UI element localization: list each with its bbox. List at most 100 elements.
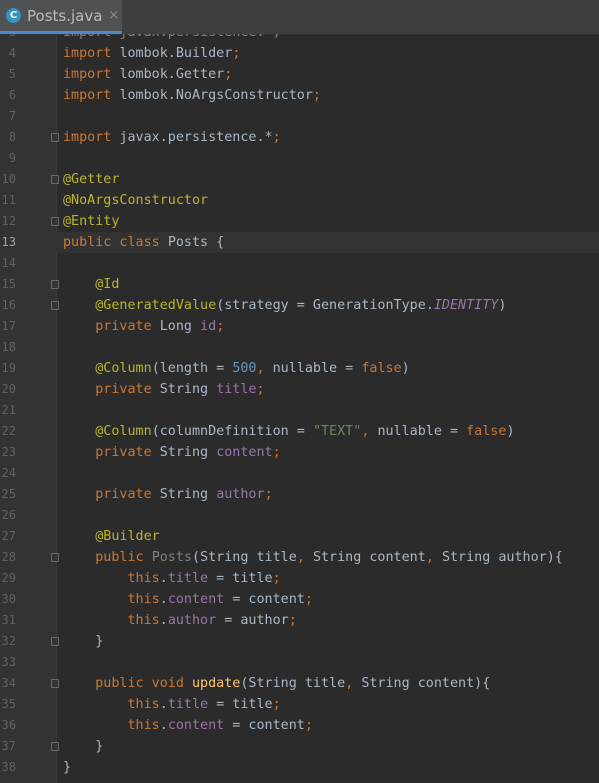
line-number: 20 [1, 382, 16, 396]
code-text: this.title = title; [63, 568, 281, 589]
code-lines: 3 import javax.persistence.*; 4 import lomb… [0, 34, 599, 778]
fold-marker-icon[interactable] [51, 301, 59, 310]
code-line[interactable]: 6 import lombok.NoArgsConstructor; [0, 85, 599, 106]
line-number: 7 [8, 109, 16, 123]
code-line[interactable]: 26 [0, 505, 599, 526]
code-line[interactable]: 28 public Posts(String title, String con… [0, 547, 599, 568]
code-line[interactable]: 24 [0, 463, 599, 484]
line-number: 34 [1, 676, 16, 690]
code-text: } [63, 631, 103, 652]
code-line[interactable]: 3 import javax.persistence.*; [0, 34, 599, 43]
code-line[interactable]: 22 @Column(columnDefinition = "TEXT", nu… [0, 421, 599, 442]
code-line[interactable]: 21 [0, 400, 599, 421]
code-line[interactable]: 37 } [0, 736, 599, 757]
code-line[interactable]: 20 private String title; [0, 379, 599, 400]
code-text: @NoArgsConstructor [63, 190, 208, 211]
code-line[interactable]: 35 this.title = title; [0, 694, 599, 715]
code-line[interactable]: 30 this.content = content; [0, 589, 599, 610]
fold-marker-icon[interactable] [51, 637, 59, 646]
code-line[interactable]: 33 [0, 652, 599, 673]
code-line[interactable]: 15 @Id [0, 274, 599, 295]
fold-marker-icon[interactable] [51, 679, 59, 688]
code-text: import javax.persistence.*; [63, 127, 281, 148]
code-token: @Column [95, 361, 152, 376]
code-token: @Getter [63, 172, 120, 187]
fold-marker-icon[interactable] [51, 175, 59, 184]
code-text: this.author = author; [63, 610, 297, 631]
code-token: Long [159, 319, 201, 334]
line-number: 22 [1, 424, 16, 438]
code-token: 500 [232, 361, 257, 376]
code-line[interactable]: 34 public void update(String title, Stri… [0, 673, 599, 694]
code-line[interactable]: 18 [0, 337, 599, 358]
code-token: lombok.Builder [119, 46, 233, 61]
code-line[interactable]: 5 import lombok.Getter; [0, 64, 599, 85]
code-token: (length = [151, 361, 233, 376]
code-line[interactable]: 13 public class Posts { [0, 232, 599, 253]
code-token: ; [312, 88, 321, 103]
code-token: "TEXT" [312, 424, 362, 439]
code-token: private [95, 487, 160, 502]
fold-marker-icon[interactable] [51, 742, 59, 751]
code-line[interactable]: 23 private String content; [0, 442, 599, 463]
code-line[interactable]: 38} [0, 757, 599, 778]
fold-marker-icon[interactable] [51, 133, 59, 142]
code-line[interactable]: 11 @NoArgsConstructor [0, 190, 599, 211]
tab-posts-java[interactable]: C Posts.java × [0, 0, 122, 34]
code-line[interactable]: 4 import lombok.Builder; [0, 43, 599, 64]
code-line[interactable]: 36 this.content = content; [0, 715, 599, 736]
code-line[interactable]: 31 this.author = author; [0, 610, 599, 631]
code-line[interactable]: 32 } [0, 631, 599, 652]
code-line[interactable]: 8 import javax.persistence.*; [0, 127, 599, 148]
code-text: } [63, 757, 71, 778]
code-line[interactable]: 10 @Getter [0, 169, 599, 190]
code-token: } [63, 760, 72, 775]
code-line[interactable]: 27 @Builder [0, 526, 599, 547]
code-token: ; [288, 613, 297, 628]
code-token: . [159, 571, 168, 586]
line-number: 11 [1, 193, 16, 207]
code-line[interactable]: 16 @GeneratedValue(strategy = Generation… [0, 295, 599, 316]
code-line[interactable]: 29 this.title = title; [0, 568, 599, 589]
code-token: String content [312, 550, 426, 565]
code-line[interactable]: 9 [0, 148, 599, 169]
code-token: import [63, 130, 120, 145]
code-token: this [127, 592, 160, 607]
close-icon[interactable]: × [108, 8, 119, 23]
code-token: this [127, 718, 160, 733]
code-token: private [95, 445, 160, 460]
code-line[interactable]: 14 [0, 253, 599, 274]
code-token: update [192, 676, 241, 691]
line-number: 13 [1, 235, 16, 249]
code-text: import lombok.Getter; [63, 64, 232, 85]
line-number: 26 [1, 508, 16, 522]
code-line[interactable]: 7 [0, 106, 599, 127]
code-line[interactable]: 25 private String author; [0, 484, 599, 505]
code-text: @Column(length = 500, nullable = false) [63, 358, 409, 379]
code-token: import javax.persistence.*; [63, 34, 281, 40]
code-text: public Posts(String title, String conten… [63, 547, 563, 568]
code-token: @Column [95, 424, 152, 439]
code-line[interactable]: 17 private Long id; [0, 316, 599, 337]
code-token: @GeneratedValue [95, 298, 217, 313]
code-token: content [216, 445, 273, 460]
code-editor[interactable]: 3 import javax.persistence.*; 4 import lomb… [0, 34, 599, 783]
fold-marker-icon[interactable] [51, 280, 59, 289]
line-number: 33 [1, 655, 16, 669]
fold-marker-icon[interactable] [51, 217, 59, 226]
code-token: String [159, 487, 217, 502]
code-text: import lombok.NoArgsConstructor; [63, 85, 321, 106]
code-text: public class Posts { [63, 232, 224, 253]
code-line[interactable]: 12 @Entity [0, 211, 599, 232]
code-token: import [63, 46, 120, 61]
code-token: author [167, 613, 217, 628]
fold-marker-icon[interactable] [51, 553, 59, 562]
code-token: ; [232, 46, 241, 61]
code-line[interactable]: 19 @Column(length = 500, nullable = fals… [0, 358, 599, 379]
line-number: 36 [1, 718, 16, 732]
code-token: . [159, 697, 168, 712]
code-text: private String title; [63, 379, 264, 400]
